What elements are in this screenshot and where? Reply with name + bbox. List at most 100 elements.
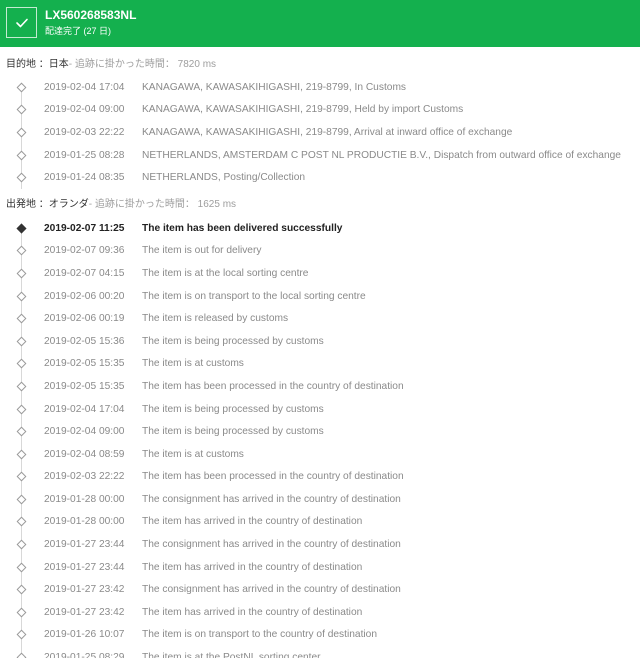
origin-section-title: 出発地 ：オランダ - 追跡に掛かった時間： 1625 ms <box>0 189 640 217</box>
event-date: 2019-02-04 17:04 <box>44 81 125 93</box>
timeline-event: 2019-01-25 08:29 The item is at the PostN… <box>0 646 640 658</box>
event-date: 2019-01-27 23:44 <box>44 561 125 573</box>
event-date: 2019-02-07 04:15 <box>44 267 125 279</box>
diamond-marker-icon <box>16 426 26 437</box>
event-date: 2019-02-03 22:22 <box>44 126 125 138</box>
diamond-marker-icon <box>16 562 26 573</box>
event-description: The item is released by customs <box>142 313 289 325</box>
event-description: KANAGAWA, KAWASAKIHIGASHI, 219-8799, Arr… <box>142 126 513 138</box>
timeline-event: 2019-01-28 00:00 The item has arrived in … <box>0 510 640 534</box>
diamond-marker-icon <box>16 517 26 527</box>
timeline-event: 2019-02-04 09:00 KANAGAWA, KAWASAKIHIGASH… <box>0 98 640 122</box>
timeline-event: 2019-02-03 22:22 The item has been proces… <box>0 465 640 489</box>
event-date: 2019-01-28 00:00 <box>44 493 125 505</box>
check-icon <box>6 7 37 38</box>
diamond-marker-icon <box>16 584 26 595</box>
diamond-marker-icon <box>16 104 26 115</box>
event-description: The item is on transport to the country … <box>142 629 378 641</box>
event-date: 2019-02-05 15:35 <box>44 380 125 392</box>
diamond-marker-icon <box>16 539 26 550</box>
event-description: The item has arrived in the country of d… <box>142 561 363 573</box>
event-description: NETHERLANDS, Posting/Collection <box>142 172 306 184</box>
timeline-event: 2019-02-03 22:22 KANAGAWA, KAWASAKIHIGASH… <box>0 121 640 144</box>
event-date: 2019-02-05 15:36 <box>44 335 125 347</box>
timeline-event: 2019-02-06 00:19 The item is released by … <box>0 307 640 330</box>
timeline-event: 2019-02-04 08:59 The item is at customs <box>0 442 640 466</box>
event-date: 2019-02-04 08:59 <box>44 448 125 460</box>
timeline-event: 2019-01-27 23:44 The consignment has arri… <box>0 533 640 556</box>
timeline-event: 2019-01-24 08:35 NETHERLANDS, Posting/Col… <box>0 166 640 189</box>
event-date: 2019-02-04 17:04 <box>44 403 125 415</box>
event-description: The consignment has arrived in the count… <box>142 493 401 505</box>
origin-timeline: 2019-02-07 11:25 The item has been delive… <box>0 217 640 658</box>
diamond-marker-icon <box>16 630 26 640</box>
diamond-marker-icon <box>16 471 26 482</box>
event-description: The consignment has arrived in the count… <box>142 539 401 551</box>
event-description: The item is at the PostNL sorting center <box>142 652 321 658</box>
timeline-event: 2019-02-07 11:25 The item has been delive… <box>0 217 640 240</box>
timeline-event: 2019-02-04 09:00 The item is being proces… <box>0 420 640 443</box>
origin-timing: - 追跡に掛かった時間： 1625 ms <box>88 199 237 211</box>
timeline-event: 2019-02-05 15:35 The item has been proces… <box>0 375 640 398</box>
event-description: The consignment has arrived in the count… <box>142 584 401 596</box>
timeline-event: 2019-01-26 10:07 The item is on transport… <box>0 623 640 647</box>
tracking-number: LX560268583NL <box>45 8 137 22</box>
diamond-marker-icon <box>16 172 26 183</box>
timeline-event: 2019-02-05 15:36 The item is being proces… <box>0 329 640 353</box>
diamond-marker-icon <box>16 607 26 618</box>
destination-label: 目的地 ：日本 <box>6 58 69 70</box>
event-date: 2019-02-04 09:00 <box>44 104 125 116</box>
event-date: 2019-01-26 10:07 <box>44 629 125 641</box>
destination-timeline: 2019-02-04 17:04 KANAGAWA, KAWASAKIHIGASH… <box>0 76 640 189</box>
diamond-marker-icon <box>16 82 26 93</box>
event-description: The item has been processed in the count… <box>142 380 404 392</box>
timeline-event: 2019-01-27 23:42 The item has arrived in … <box>0 601 640 624</box>
event-date: 2019-01-25 08:28 <box>44 149 125 161</box>
event-date: 2019-01-27 23:42 <box>44 606 125 618</box>
event-description: The item is being processed by customs <box>142 403 324 415</box>
header-text: LX560268583NL 配達完了 (27 日) <box>45 8 136 38</box>
event-date: 2019-02-03 22:22 <box>44 471 125 483</box>
event-description: The item has arrived in the country of d… <box>142 606 363 618</box>
event-date: 2019-02-07 09:36 <box>44 245 125 257</box>
timeline-event: 2019-02-07 04:15 The item is at the local… <box>0 262 640 285</box>
event-description: The item is out for delivery <box>142 245 262 257</box>
event-date: 2019-01-27 23:42 <box>44 584 125 596</box>
event-date: 2019-02-06 00:20 <box>44 290 125 302</box>
event-date: 2019-02-05 15:35 <box>44 358 125 370</box>
diamond-marker-icon <box>16 150 26 161</box>
event-description: The item is at customs <box>142 448 244 460</box>
diamond-marker-icon <box>16 268 26 279</box>
timeline-event: 2019-01-28 00:00 The consignment has arri… <box>0 488 640 511</box>
event-date: 2019-01-28 00:00 <box>44 516 125 528</box>
event-date: 2019-01-25 08:29 <box>44 652 125 658</box>
diamond-marker-icon <box>16 313 26 324</box>
diamond-marker-icon <box>16 127 26 138</box>
event-date: 2019-02-04 09:00 <box>44 426 125 438</box>
timeline-event: 2019-01-25 08:28 NETHERLANDS, AMSTERDAM C… <box>0 143 640 167</box>
diamond-marker-icon <box>16 336 26 347</box>
event-description: KANAGAWA, KAWASAKIHIGASHI, 219-8799, In … <box>142 81 407 93</box>
event-description: The item is at the local sorting centre <box>142 267 309 279</box>
event-date: 2019-01-27 23:44 <box>44 539 125 551</box>
timeline-event: 2019-02-04 17:04 The item is being proces… <box>0 397 640 421</box>
timeline-event: 2019-02-04 17:04 KANAGAWA, KAWASAKIHIGASH… <box>0 76 640 99</box>
event-date: 2019-01-24 08:35 <box>44 172 125 184</box>
timeline-event: 2019-02-07 09:36 The item is out for deli… <box>0 239 640 263</box>
diamond-marker-icon <box>16 245 26 256</box>
event-description: The item has arrived in the country of d… <box>142 516 363 528</box>
diamond-marker-icon <box>16 404 26 414</box>
timeline-event: 2019-01-27 23:44 The item has arrived in … <box>0 555 640 579</box>
delivery-status: 配達完了 (27 日) <box>45 26 112 36</box>
origin-label: 出発地 ：オランダ <box>6 199 89 211</box>
event-description: The item is on transport to the local so… <box>142 290 366 302</box>
timeline-event: 2019-02-06 00:20 The item is on transport… <box>0 284 640 308</box>
event-description: KANAGAWA, KAWASAKIHIGASHI, 219-8799, Hel… <box>142 104 464 116</box>
event-description: The item is being processed by customs <box>142 426 324 438</box>
diamond-marker-icon <box>16 449 26 460</box>
diamond-marker-icon <box>16 223 26 234</box>
destination-section-title: 目的地 ：日本 - 追跡に掛かった時間： 7820 ms <box>0 48 640 76</box>
diamond-marker-icon <box>16 652 26 658</box>
timeline-event: 2019-02-05 15:35 The item is at customs <box>0 352 640 376</box>
timeline-event: 2019-01-27 23:42 The consignment has arri… <box>0 578 640 602</box>
